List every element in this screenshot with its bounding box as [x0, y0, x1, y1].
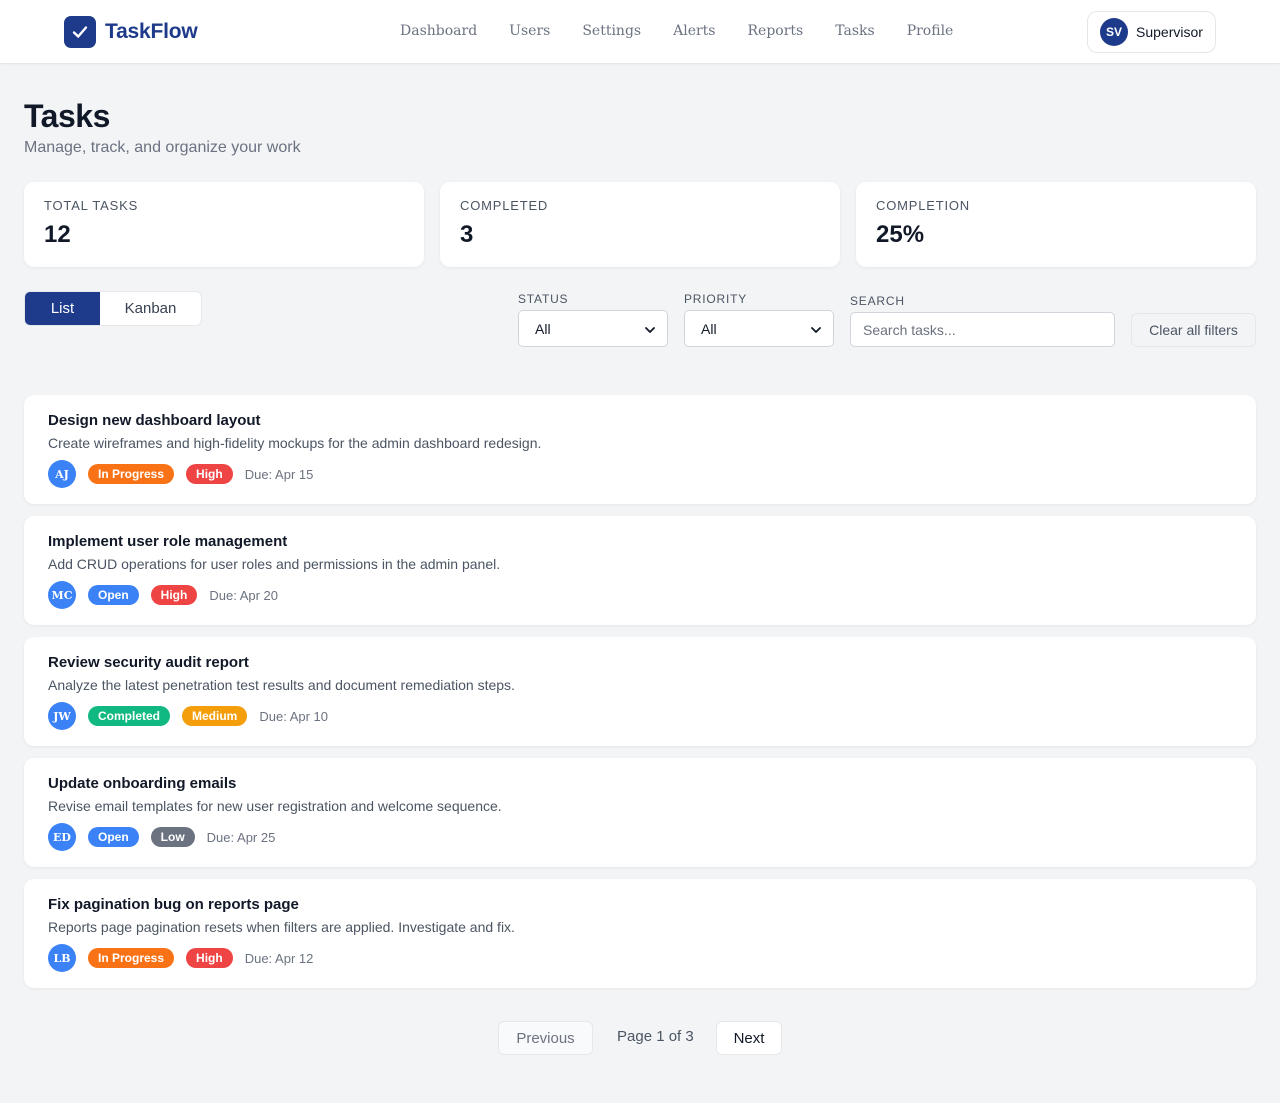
brand-name: TaskFlow — [105, 20, 198, 43]
assignee-avatar: ED — [48, 823, 76, 851]
task-description: Analyze the latest penetration test resu… — [48, 677, 515, 693]
stat-label: Completed — [460, 198, 549, 213]
chevron-down-icon — [811, 321, 821, 337]
assignee-avatar: JW — [48, 702, 76, 730]
task-title: Implement user role management — [48, 533, 288, 550]
task-card[interactable]: Design new dashboard layout Create wirefr… — [24, 395, 1256, 504]
task-meta: MC Open High Due: Apr 20 — [48, 581, 278, 609]
task-meta: LB In Progress High Due: Apr 12 — [48, 944, 313, 972]
check-icon — [64, 16, 96, 48]
view-toggle: List Kanban — [24, 291, 202, 326]
stat-label: Total Tasks — [44, 198, 139, 213]
due-date: Due: Apr 10 — [259, 708, 329, 724]
task-card[interactable]: Update onboarding emails Revise email tem… — [24, 758, 1256, 867]
nav-item-settings[interactable]: Settings — [566, 20, 657, 42]
due-date: Due: Apr 25 — [206, 829, 276, 845]
stat-value: 12 — [44, 221, 71, 248]
task-title: Fix pagination bug on reports page — [48, 896, 299, 913]
stat-value: 3 — [460, 221, 474, 248]
nav-item-alerts[interactable]: Alerts — [657, 20, 731, 42]
nav-item-dashboard[interactable]: Dashboard — [384, 20, 493, 42]
user-name: Supervisor — [1136, 24, 1203, 40]
status-filter-value: All — [535, 320, 551, 337]
search-input[interactable] — [850, 312, 1115, 347]
task-meta: ED Open Low Due: Apr 25 — [48, 823, 275, 851]
priority-filter-select[interactable]: All — [684, 310, 834, 347]
status-badge: In Progress — [88, 948, 175, 968]
nav-item-users[interactable]: Users — [493, 20, 566, 42]
assignee-avatar: MC — [48, 581, 76, 609]
due-date: Due: Apr 15 — [244, 466, 314, 482]
nav-item-reports[interactable]: Reports — [732, 20, 820, 42]
task-card[interactable]: Review security audit report Analyze the … — [24, 637, 1256, 746]
task-meta: JW Completed Medium Due: Apr 10 — [48, 702, 328, 730]
task-description: Create wireframes and high-fidelity mock… — [48, 435, 542, 451]
priority-badge: Low — [150, 827, 195, 847]
user-avatar: SV — [1100, 18, 1128, 46]
due-date: Due: Apr 20 — [209, 587, 278, 603]
task-title: Review security audit report — [48, 654, 249, 671]
page-indicator: Page 1 of 3 — [617, 1028, 694, 1045]
priority-badge: Medium — [182, 706, 248, 726]
status-badge: Open — [88, 827, 139, 847]
priority-badge: High — [186, 948, 233, 968]
search-label: Search — [850, 294, 905, 308]
stat-value: 25% — [876, 221, 925, 248]
stat-card-completed: Completed 3 — [440, 182, 840, 267]
user-menu[interactable]: SV Supervisor — [1087, 11, 1216, 53]
stat-label: Completion — [876, 198, 970, 213]
status-filter-select[interactable]: All — [518, 310, 668, 347]
status-badge: In Progress — [88, 464, 175, 484]
status-filter-label: Status — [518, 292, 569, 306]
assignee-avatar: LB — [48, 944, 76, 972]
priority-badge: High — [150, 585, 198, 605]
task-description: Reports page pagination resets when filt… — [48, 919, 515, 935]
priority-badge: High — [186, 464, 233, 484]
stat-card-completion: Completion 25% — [856, 182, 1256, 267]
task-card[interactable]: Implement user role management Add CRUD o… — [24, 516, 1256, 625]
priority-filter-value: All — [701, 320, 717, 337]
list-view-button[interactable]: List — [25, 292, 100, 325]
task-description: Add CRUD operations for user roles and p… — [48, 556, 501, 572]
task-card[interactable]: Fix pagination bug on reports page Report… — [24, 879, 1256, 988]
top-navbar: TaskFlow Dashboard Users Settings Alerts… — [0, 0, 1280, 64]
page-subtitle: Manage, track, and organize your work — [24, 139, 301, 156]
task-meta: AJ In Progress High Due: Apr 15 — [48, 460, 313, 488]
chevron-down-icon — [645, 321, 655, 337]
task-title: Design new dashboard layout — [48, 412, 261, 429]
kanban-view-button[interactable]: Kanban — [100, 292, 201, 325]
previous-page-button[interactable]: Previous — [498, 1021, 593, 1055]
stat-card-total: Total Tasks 12 — [24, 182, 424, 267]
nav-item-tasks[interactable]: Tasks — [819, 20, 890, 42]
clear-filters-button[interactable]: Clear all filters — [1131, 313, 1256, 347]
brand[interactable]: TaskFlow — [64, 16, 198, 48]
task-description: Revise email templates for new user regi… — [48, 798, 502, 814]
assignee-avatar: AJ — [48, 460, 76, 488]
priority-filter-label: Priority — [684, 292, 748, 306]
next-page-button[interactable]: Next — [716, 1021, 782, 1055]
due-date: Due: Apr 12 — [244, 950, 314, 966]
nav-item-profile[interactable]: Profile — [891, 20, 970, 42]
status-badge: Completed — [88, 706, 171, 726]
task-title: Update onboarding emails — [48, 775, 237, 792]
page-title: Tasks — [24, 98, 110, 134]
main-nav: Dashboard Users Settings Alerts Reports … — [384, 20, 969, 42]
status-badge: Open — [88, 585, 139, 605]
